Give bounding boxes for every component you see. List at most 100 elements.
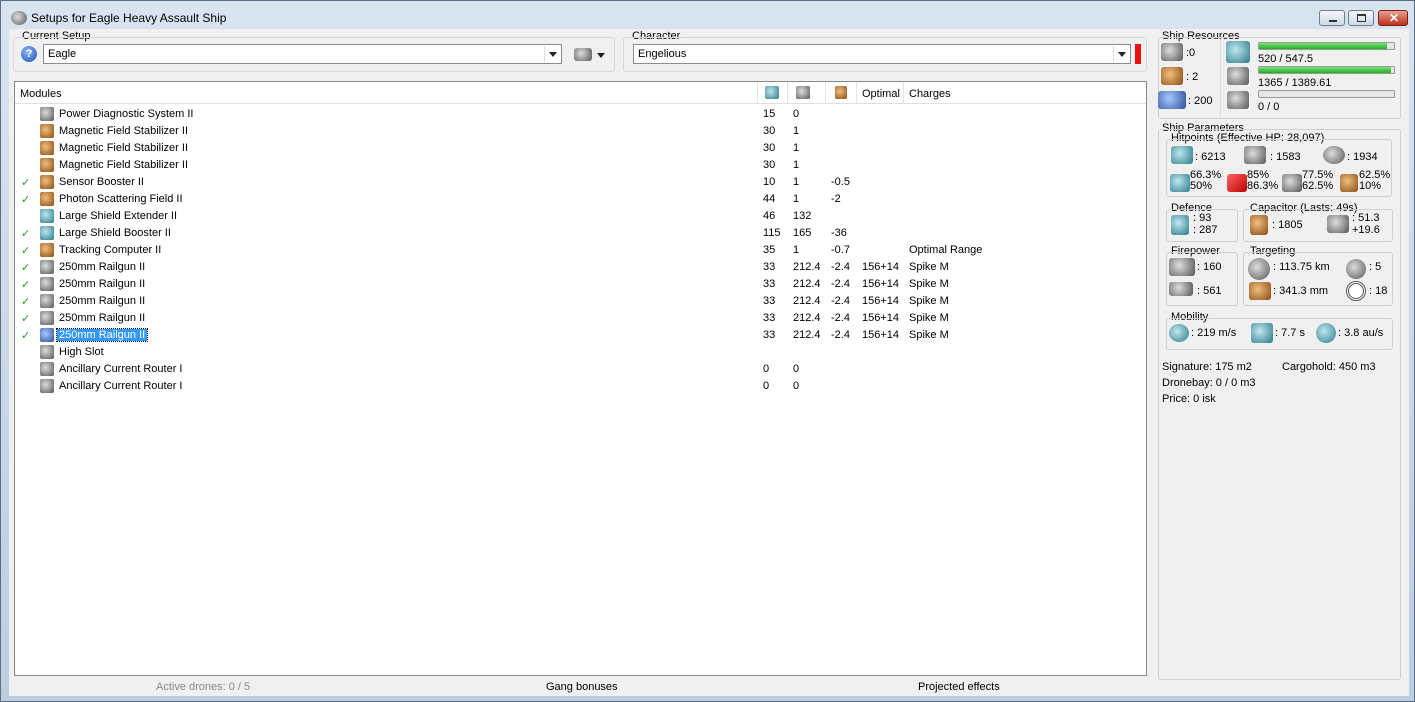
column-header-capacitor[interactable] bbox=[826, 82, 857, 104]
structure-hp: : 1934 bbox=[1347, 151, 1378, 163]
module-row[interactable]: ✓ Sensor Booster II 10 1 -0.5 bbox=[15, 174, 1146, 191]
module-icon bbox=[40, 243, 54, 257]
module-pg: 0 bbox=[793, 108, 800, 120]
module-row[interactable]: Magnetic Field Stabilizer II 30 1 bbox=[15, 123, 1146, 140]
module-active-check-icon[interactable]: ✓ bbox=[21, 312, 30, 325]
title-bar: Setups for Eagle Heavy Assault Ship ✕ bbox=[1, 1, 1414, 32]
module-cap: -2.4 bbox=[831, 312, 850, 324]
module-icon bbox=[40, 311, 54, 325]
column-header-charges[interactable]: Charges bbox=[904, 82, 1146, 104]
character-select[interactable]: Engelious bbox=[633, 44, 1131, 64]
module-row[interactable]: Ancillary Current Router I 0 0 bbox=[15, 361, 1146, 378]
module-active-check-icon[interactable]: ✓ bbox=[21, 176, 30, 189]
module-icon bbox=[40, 226, 54, 240]
gang-bonuses-link[interactable]: Gang bonuses bbox=[546, 681, 618, 693]
speed-icon bbox=[1169, 324, 1189, 342]
module-cpu: 33 bbox=[763, 295, 776, 307]
module-active-check-icon[interactable]: ✓ bbox=[21, 295, 30, 308]
scan-resolution-icon bbox=[1249, 282, 1271, 300]
calibration-icon bbox=[1158, 91, 1186, 109]
module-active-check-icon[interactable]: ✓ bbox=[21, 261, 30, 274]
character-status-indicator bbox=[1135, 44, 1141, 64]
module-active-check-icon[interactable]: ✓ bbox=[21, 227, 30, 240]
module-cpu: 33 bbox=[763, 329, 776, 341]
module-icon bbox=[40, 124, 54, 138]
module-row[interactable]: Power Diagnostic System II 15 0 bbox=[15, 106, 1146, 123]
module-row[interactable]: Ancillary Current Router I 0 0 bbox=[15, 378, 1146, 395]
module-row[interactable]: ✓ Tracking Computer II 35 1 -0.7 Optimal Rang… bbox=[15, 242, 1146, 259]
module-pg: 212.4 bbox=[793, 278, 821, 290]
module-pg: 212.4 bbox=[793, 295, 821, 307]
warp-speed-icon bbox=[1316, 323, 1336, 343]
module-row[interactable]: High Slot bbox=[15, 344, 1146, 361]
module-row[interactable]: ✓ 250mm Railgun II 33 212.4 -2.4 156+14 Spike … bbox=[15, 276, 1146, 293]
module-name: 250mm Railgun II bbox=[55, 328, 149, 342]
module-row[interactable]: ✓ Large Shield Booster II 115 165 -36 bbox=[15, 225, 1146, 242]
module-icon bbox=[40, 277, 54, 291]
help-icon[interactable]: ? bbox=[21, 46, 37, 62]
module-row[interactable]: ✓ 250mm Railgun II 33 212.4 -2.4 156+14 Spike … bbox=[15, 259, 1146, 276]
ship-menu-icon[interactable] bbox=[574, 48, 592, 61]
module-icon bbox=[40, 158, 54, 172]
column-header-optimal[interactable]: Optimal bbox=[857, 82, 904, 104]
chevron-down-icon[interactable] bbox=[1113, 46, 1129, 62]
defence-values: : 93: 287 bbox=[1193, 212, 1218, 236]
module-active-check-icon[interactable]: ✓ bbox=[21, 193, 30, 206]
scan-resolution: : 341.3 mm bbox=[1273, 285, 1329, 297]
module-optimal: 156+14 bbox=[862, 278, 900, 290]
column-header-modules[interactable]: Modules bbox=[15, 82, 758, 104]
module-row[interactable]: ✓ Photon Scattering Field II 44 1 -2 bbox=[15, 191, 1146, 208]
ship-menu-arrow-icon[interactable] bbox=[597, 53, 605, 58]
module-row[interactable]: Magnetic Field Stabilizer II 30 1 bbox=[15, 140, 1146, 157]
module-icon bbox=[40, 107, 54, 121]
minimize-button[interactable] bbox=[1319, 10, 1345, 26]
projected-effects-link[interactable]: Projected effects bbox=[918, 681, 1000, 693]
close-button[interactable]: ✕ bbox=[1378, 10, 1408, 26]
capacitor-size: : 1805 bbox=[1272, 219, 1303, 231]
column-header-powergrid[interactable] bbox=[788, 82, 826, 104]
module-active-check-icon[interactable]: ✓ bbox=[21, 329, 30, 342]
chevron-down-icon[interactable] bbox=[544, 46, 560, 62]
module-optimal: 156+14 bbox=[862, 295, 900, 307]
em-resist-icon bbox=[1170, 174, 1190, 192]
module-row[interactable]: ✓ 250mm Railgun II 33 212.4 -2.4 156+14 Spike … bbox=[15, 327, 1146, 344]
defence-icon bbox=[1171, 215, 1189, 235]
module-pg: 1 bbox=[793, 142, 800, 154]
module-pg: 1 bbox=[793, 159, 800, 171]
module-cap: -2.4 bbox=[831, 261, 850, 273]
module-cap: -0.5 bbox=[831, 176, 850, 188]
module-active-check-icon[interactable]: ✓ bbox=[21, 278, 30, 291]
setup-select[interactable]: Eagle bbox=[43, 44, 562, 64]
module-icon bbox=[40, 192, 54, 206]
shield-hp-icon bbox=[1171, 146, 1193, 164]
module-charges: Spike M bbox=[909, 329, 949, 341]
module-active-check-icon[interactable]: ✓ bbox=[21, 244, 30, 257]
modules-list[interactable]: Modules Optimal Charges Power Diagnostic… bbox=[14, 81, 1147, 676]
module-name: Sensor Booster II bbox=[59, 176, 144, 188]
ship-panel: Ship Resources :0 : 2 : 200 520 / 547.5 … bbox=[1155, 29, 1409, 696]
module-cap: -36 bbox=[831, 227, 847, 239]
module-row[interactable]: Large Shield Extender II 46 132 bbox=[15, 208, 1146, 225]
maximize-button[interactable] bbox=[1348, 10, 1374, 26]
signature-radius: Signature: 175 m2 bbox=[1162, 361, 1252, 373]
module-pg: 212.4 bbox=[793, 329, 821, 341]
max-velocity: : 219 m/s bbox=[1191, 327, 1237, 339]
calibration-resource-value: 0 / 0 bbox=[1258, 101, 1280, 113]
module-cpu: 30 bbox=[763, 125, 776, 137]
module-name: Magnetic Field Stabilizer II bbox=[59, 125, 188, 137]
module-row[interactable]: ✓ 250mm Railgun II 33 212.4 -2.4 156+14 Spike … bbox=[15, 310, 1146, 327]
calibration-resource-icon bbox=[1227, 91, 1249, 109]
list-header: Modules Optimal Charges bbox=[15, 82, 1146, 104]
module-cap: -2 bbox=[831, 193, 841, 205]
column-header-cpu[interactable] bbox=[758, 82, 788, 104]
module-icon bbox=[40, 328, 54, 342]
thermal-resist-icon bbox=[1227, 174, 1247, 192]
module-name: Power Diagnostic System II bbox=[59, 108, 194, 120]
cpu-value: 520 / 547.5 bbox=[1258, 53, 1314, 65]
module-row[interactable]: ✓ 250mm Railgun II 33 212.4 -2.4 156+14 Spike … bbox=[15, 293, 1146, 310]
app-icon bbox=[11, 11, 27, 25]
module-row[interactable]: Magnetic Field Stabilizer II 30 1 bbox=[15, 157, 1146, 174]
module-optimal: 156+14 bbox=[862, 261, 900, 273]
module-name: 250mm Railgun II bbox=[59, 312, 146, 324]
sensor-strength-icon bbox=[1346, 281, 1366, 301]
